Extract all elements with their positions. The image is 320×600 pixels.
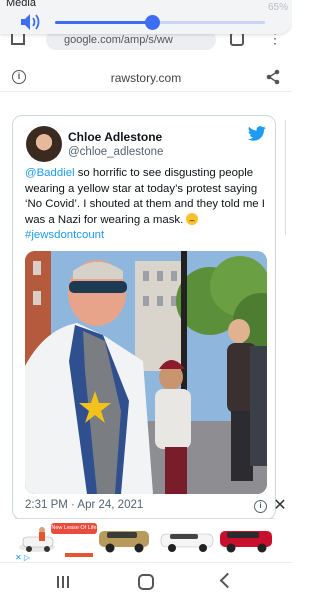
ad-banner[interactable]: New Lease Of Life ✕ ▷ — [15, 518, 274, 562]
site-name: rawstory.com — [110, 71, 182, 85]
author-name[interactable]: Chloe Adlestone — [68, 130, 162, 144]
hashtag-link[interactable]: #jewsdontcount — [25, 229, 104, 241]
home-button-icon[interactable] — [138, 574, 154, 590]
home-icon[interactable] — [11, 33, 25, 45]
ad-close-button[interactable]: ✕ — [270, 496, 290, 516]
tweet-text: @Baddiel so horrific to see disgusting p… — [25, 166, 268, 244]
avatar[interactable] — [26, 126, 62, 162]
tweet-timestamp[interactable]: 2:31 PM · Apr 24, 2021 — [25, 499, 143, 511]
volume-slider[interactable] — [55, 15, 265, 30]
site-header: i rawstory.com — [0, 62, 292, 92]
speaker-icon[interactable] — [20, 12, 42, 32]
mention-link[interactable]: @Baddiel — [25, 167, 75, 179]
url-text: google.com/amp/s/ww — [64, 34, 173, 46]
media-volume-panel: Media 65% — [0, 0, 292, 34]
media-label: Media — [6, 0, 36, 9]
info-icon[interactable]: i — [254, 500, 267, 513]
recents-icon[interactable] — [57, 576, 71, 588]
tweet-photo[interactable] — [25, 251, 267, 494]
back-icon[interactable] — [219, 572, 236, 589]
persevering-face-emoji-icon — [186, 212, 199, 225]
scroll-edge — [285, 120, 292, 235]
twitter-bird-icon[interactable] — [248, 126, 266, 141]
system-navigation-bar — [0, 562, 292, 600]
tweet-card[interactable]: Chloe Adlestone @chloe_adlestone @Baddie… — [12, 115, 276, 520]
tabs-icon[interactable] — [230, 32, 244, 46]
share-icon[interactable] — [265, 69, 281, 85]
author-handle[interactable]: @chloe_adlestone — [68, 146, 163, 158]
browser-toolbar: google.com/amp/s/ww ⋮ — [0, 30, 292, 60]
volume-slider-fill — [55, 21, 152, 24]
battery-text: 65% — [267, 2, 288, 13]
ad-banner-text: New Lease Of Life — [51, 523, 97, 534]
adchoices-icon[interactable]: ✕ ▷ — [15, 553, 30, 562]
volume-slider-thumb[interactable] — [144, 15, 160, 30]
protest-photo-image — [25, 251, 267, 494]
